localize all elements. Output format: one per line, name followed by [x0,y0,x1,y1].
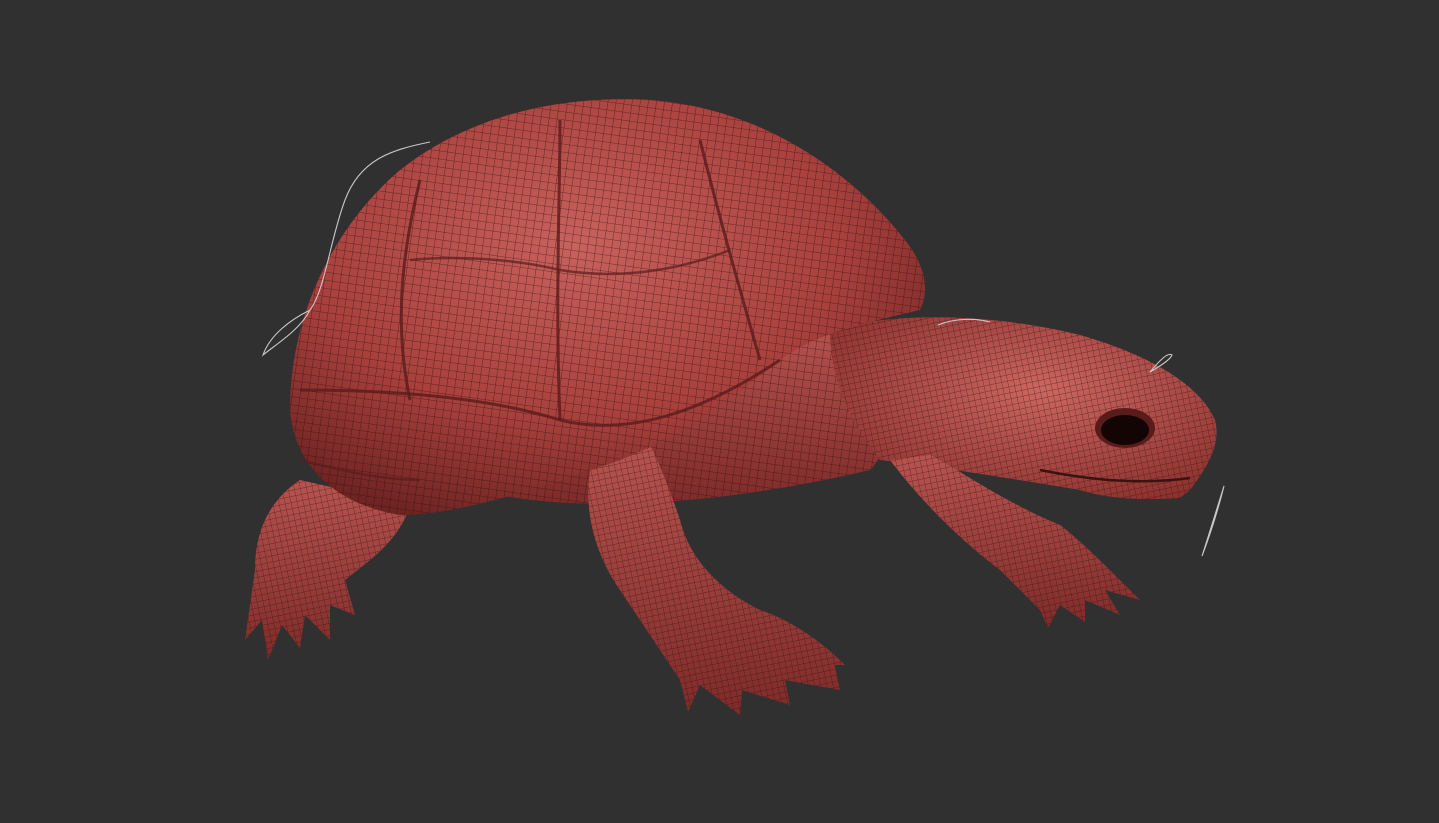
3d-viewport[interactable] [0,0,1439,823]
eye [1101,415,1149,445]
turtle-head [830,317,1217,500]
turtle-model [245,99,1225,715]
